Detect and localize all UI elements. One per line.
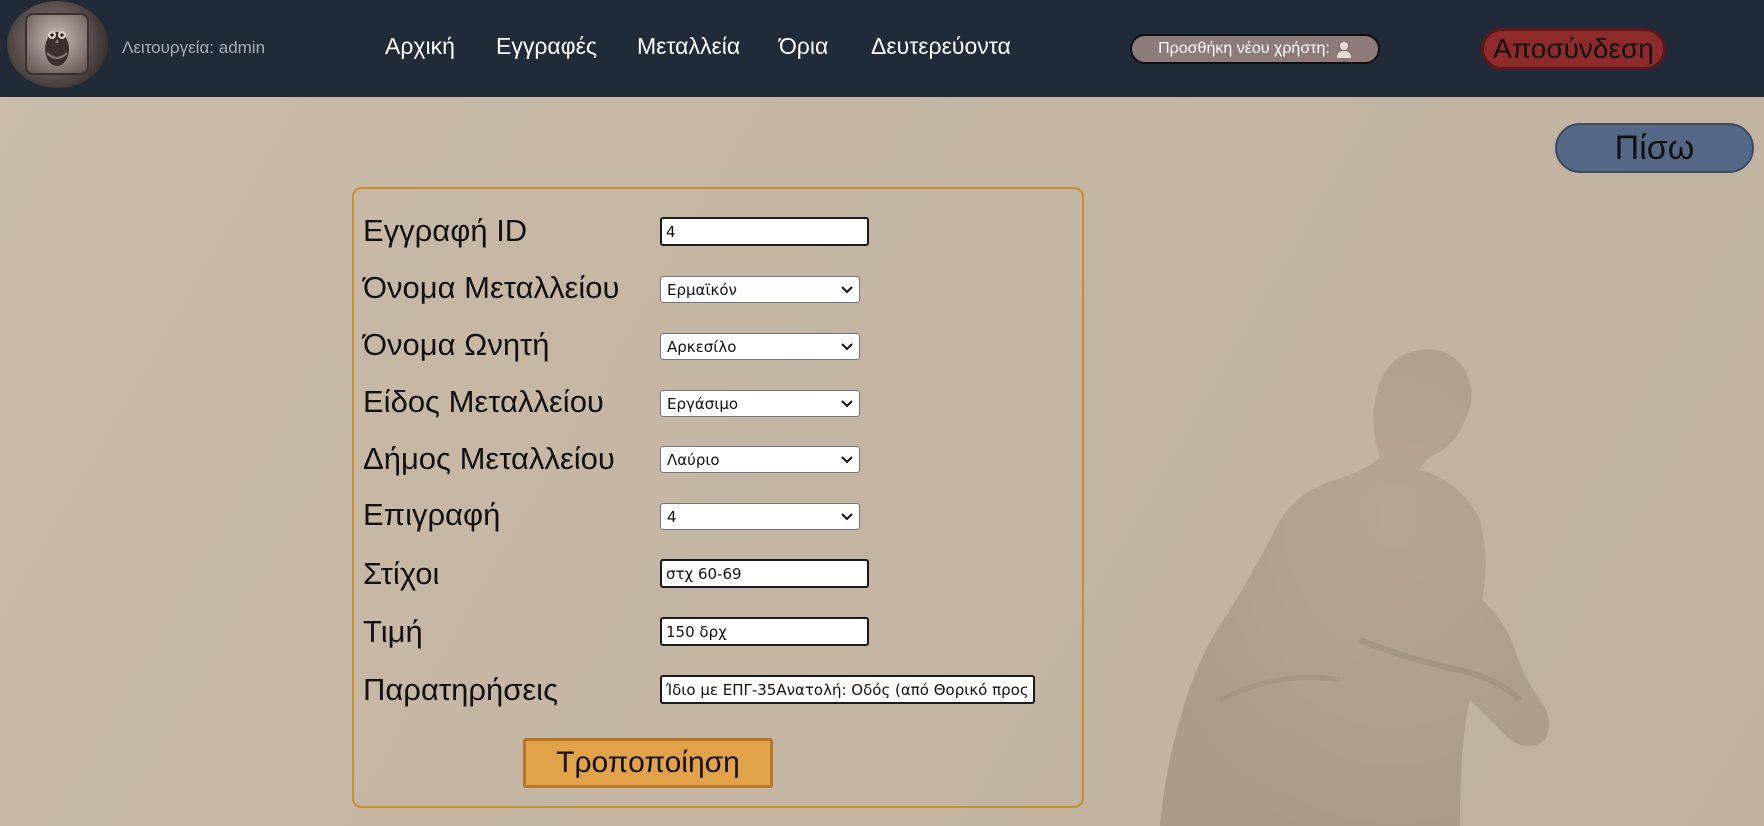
label-price: Τιμή [363,614,423,649]
record-id-field[interactable]: 4 [660,217,869,246]
chevron-down-icon [841,285,853,293]
notes-field[interactable]: Ίδιο με ΕΠΓ-35Ανατολή: Οδός (από Θορικό … [660,675,1035,704]
label-mine-type: Είδος Μεταλλείου [363,384,604,419]
municipality-value: Λαύριο [667,450,720,469]
inscription-value: 4 [667,507,677,526]
chevron-down-icon [841,342,853,350]
owl-icon [45,31,69,66]
nav-home[interactable]: Αρχική [385,33,455,60]
label-mine-name: Όνομα Μεταλλείου [363,270,620,305]
verses-field[interactable]: στχ 60-69 [660,559,869,588]
chevron-down-icon [841,399,853,407]
label-municipality: Δήμος Μεταλλείου [363,441,615,476]
user-icon [1336,41,1351,58]
add-user-button[interactable]: Προσθήκη νέου χρήστη: [1130,34,1380,64]
chevron-down-icon [841,455,853,463]
municipality-select[interactable]: Λαύριο [660,446,860,473]
buyer-name-select[interactable]: Αρκεσίλο [660,333,860,360]
mine-name-value: Ερμαϊκόν [667,280,737,299]
back-button[interactable]: Πίσω [1555,123,1754,173]
boxer-statue [1160,349,1549,826]
price-field[interactable]: 150 δρχ [660,617,869,646]
nav-mines[interactable]: Μεταλλεία [637,33,740,60]
inscription-select[interactable]: 4 [660,503,860,530]
label-record-id: Εγγραφή ID [363,213,528,248]
mine-type-value: Εργάσιμο [667,394,739,413]
label-notes: Παρατηρήσεις [363,672,559,707]
nav-secondary[interactable]: Δευτερεύοντα [871,33,1011,60]
mine-name-select[interactable]: Ερμαϊκόν [660,276,860,303]
label-buyer-name: Όνομα Ωνητή [363,327,550,362]
chevron-down-icon [841,512,853,520]
mode-label: Λειτουργεία: admin [122,38,266,57]
logout-button[interactable]: Αποσύνδεση [1481,28,1666,70]
modify-button[interactable]: Τροποποίηση [523,738,773,788]
top-navigation-bar: Λειτουργεία: admin Αρχική Εγγραφές Μεταλ… [0,0,1764,97]
mine-type-select[interactable]: Εργάσιμο [660,390,860,417]
buyer-name-value: Αρκεσίλο [667,337,737,356]
label-inscription: Επιγραφή [363,497,501,532]
nav-records[interactable]: Εγγραφές [496,33,597,60]
add-user-label: Προσθήκη νέου χρήστη: [1158,40,1330,57]
owl-coin-logo[interactable] [7,1,108,88]
label-verses: Στίχοι [363,556,440,591]
nav-limits[interactable]: Όρια [779,33,828,60]
